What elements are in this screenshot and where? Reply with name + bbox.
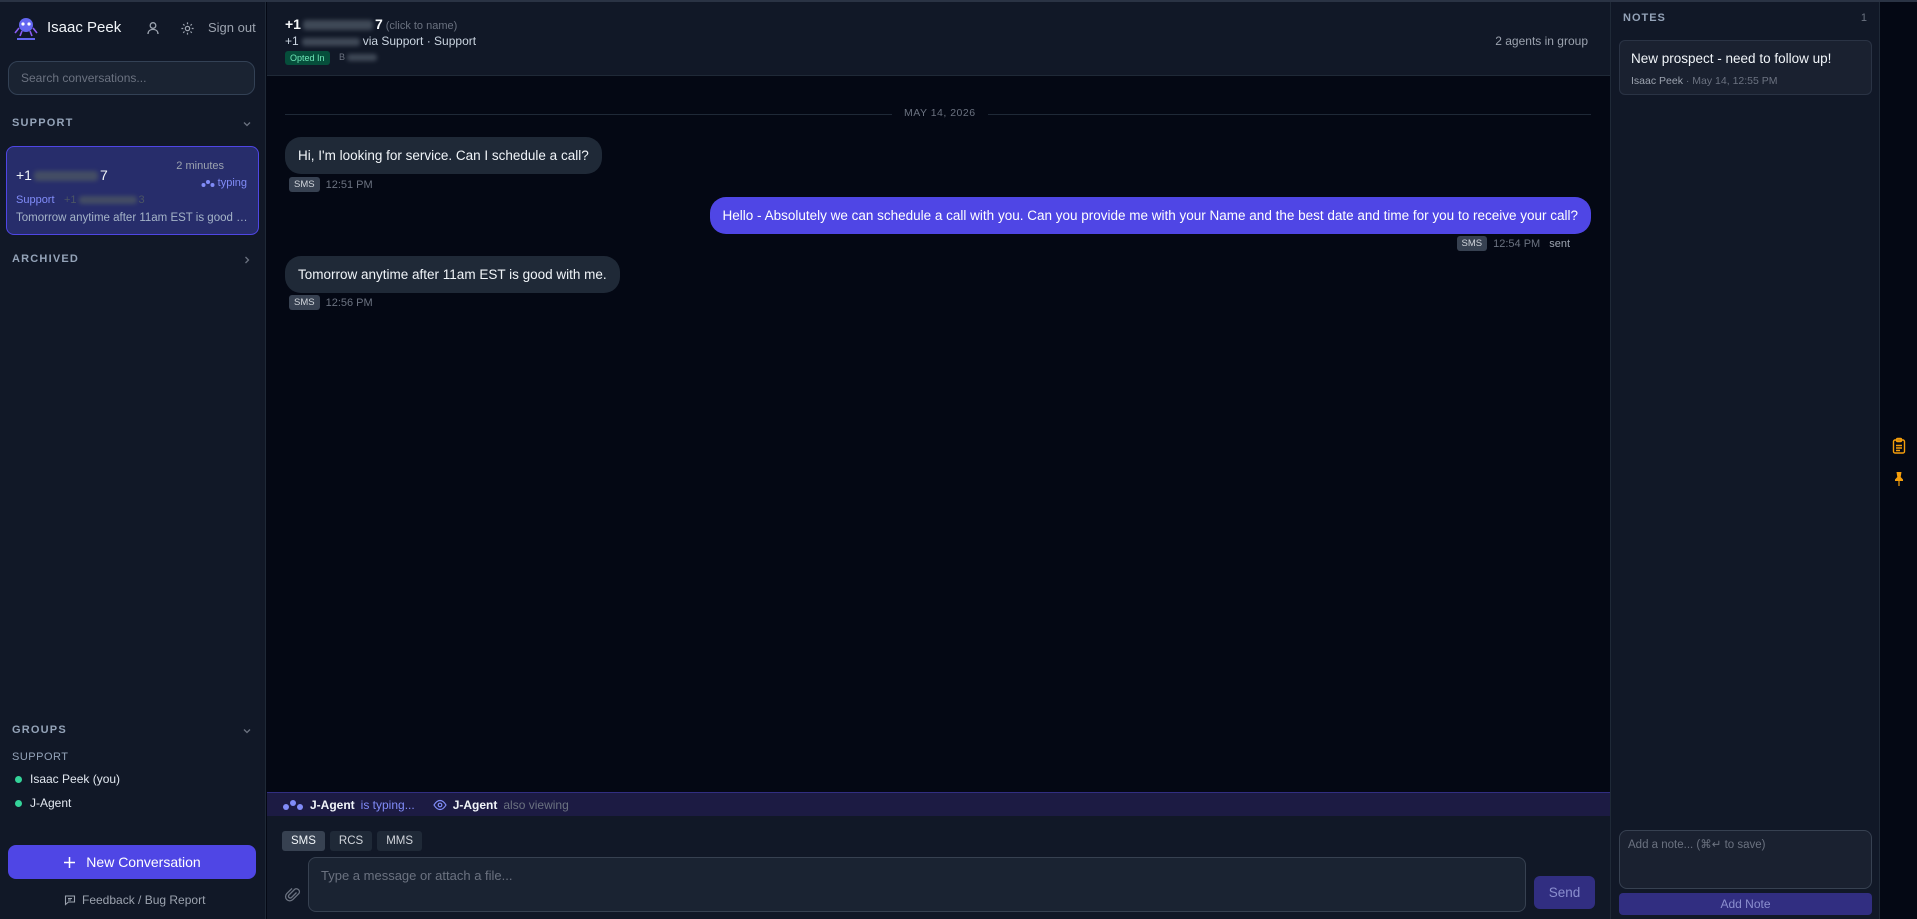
notes-panel: NOTES 1 New prospect - need to follow up… bbox=[1610, 2, 1879, 919]
conversation-preview: Tomorrow anytime after 11am EST is good … bbox=[16, 212, 251, 224]
group-member: Isaac Peek (you) bbox=[15, 772, 120, 786]
typing-status: is typing... bbox=[360, 797, 415, 812]
chat-header: +1 7 (click to name) +1 via Support · Suppo… bbox=[267, 2, 1610, 76]
note-text: New prospect - need to follow up! bbox=[1631, 51, 1832, 66]
message-meta: SMS 12:54 PM sent bbox=[1456, 236, 1570, 251]
send-button[interactable]: Send bbox=[1534, 876, 1595, 909]
message-bubble-outgoing: Hello - Absolutely we can schedule a cal… bbox=[709, 197, 1591, 234]
click-to-name-hint[interactable]: (click to name) bbox=[386, 20, 458, 32]
contact-phone[interactable]: +1 7 (click to name) bbox=[285, 16, 457, 32]
app-logo-icon bbox=[14, 18, 38, 40]
presence-bar: J-Agent is typing... J-Agent also viewin… bbox=[267, 792, 1610, 816]
message-square-icon bbox=[64, 895, 76, 906]
conversation-time: 2 minutes bbox=[176, 160, 224, 172]
mode-tab-mms[interactable]: MMS bbox=[377, 831, 423, 851]
viewing-status: also viewing bbox=[503, 797, 569, 812]
viewing-agent-name: J-Agent bbox=[452, 797, 498, 812]
contact-via: +1 via Support · Support bbox=[285, 34, 477, 48]
message-time: 12:54 PM bbox=[1493, 237, 1541, 250]
redacted-number bbox=[33, 171, 98, 182]
feedback-link[interactable]: Feedback / Bug Report bbox=[64, 893, 205, 907]
new-conversation-label: New Conversation bbox=[86, 854, 201, 870]
redacted-number bbox=[302, 20, 373, 31]
sign-out-link[interactable]: Sign out bbox=[208, 20, 256, 35]
note-meta: Isaac Peek · May 14, 12:55 PM bbox=[1631, 75, 1778, 87]
opted-in-badge: Opted In bbox=[285, 51, 330, 65]
channel-mode-tabs: SMS RCS MMS bbox=[282, 831, 423, 851]
channel-tag: SMS bbox=[289, 177, 320, 192]
message-bubble-incoming: Hi, I'm looking for service. Can I sched… bbox=[285, 137, 602, 174]
message-time: 12:51 PM bbox=[325, 178, 373, 191]
new-conversation-button[interactable]: New Conversation bbox=[8, 845, 256, 879]
notes-title: NOTES bbox=[1623, 12, 1666, 24]
message-status: sent bbox=[1549, 237, 1570, 250]
note-author: Isaac Peek bbox=[1631, 75, 1683, 87]
composer: SMS RCS MMS Send bbox=[267, 816, 1610, 919]
right-rail bbox=[1879, 2, 1917, 919]
opted-detail: B bbox=[339, 52, 378, 62]
eye-icon bbox=[433, 799, 447, 810]
note-date: May 14, 12:55 PM bbox=[1692, 75, 1778, 87]
notes-count: 1 bbox=[1860, 12, 1867, 24]
chevron-right-icon[interactable] bbox=[241, 254, 253, 266]
mode-tab-rcs[interactable]: RCS bbox=[329, 831, 373, 851]
channel-tag: SMS bbox=[1456, 236, 1488, 251]
message-input[interactable] bbox=[308, 857, 1526, 912]
conversation-phone: +1 7 bbox=[16, 167, 108, 183]
typing-dots-icon bbox=[201, 180, 215, 187]
group-name: SUPPORT bbox=[12, 751, 69, 763]
conversation-item[interactable]: +1 7 2 minutes typing Support +1 3 Tomorro… bbox=[6, 146, 259, 235]
groups-section-title[interactable]: GROUPS bbox=[12, 724, 67, 736]
conversation-group: Support bbox=[16, 194, 55, 206]
paperclip-attach-icon[interactable] bbox=[284, 886, 302, 904]
archived-section-title[interactable]: ARCHIVED bbox=[12, 253, 79, 265]
feedback-label: Feedback / Bug Report bbox=[82, 893, 206, 907]
redacted-text bbox=[347, 54, 378, 62]
plus-icon bbox=[64, 856, 76, 868]
mode-tab-sms[interactable]: SMS bbox=[282, 831, 325, 851]
message-meta: SMS 12:51 PM bbox=[289, 177, 373, 192]
sidebar: Isaac Peek Sign out SUPPORT +17 2 minute… bbox=[0, 2, 266, 919]
add-note-input[interactable] bbox=[1619, 830, 1872, 889]
message-time: 12:56 PM bbox=[325, 296, 373, 309]
chevron-down-icon[interactable] bbox=[241, 118, 253, 130]
chevron-down-icon[interactable] bbox=[241, 725, 253, 737]
conversation-group-number: +1 3 bbox=[64, 194, 145, 206]
group-member: J-Agent bbox=[15, 796, 71, 810]
typing-indicator: typing bbox=[201, 177, 247, 189]
typing-agent-name: J-Agent bbox=[310, 797, 355, 812]
add-note-button[interactable]: Add Note bbox=[1619, 893, 1872, 915]
sidebar-header: Isaac Peek Sign out bbox=[0, 2, 266, 52]
user-name: Isaac Peek bbox=[47, 19, 122, 36]
pin-icon[interactable] bbox=[1890, 470, 1908, 488]
profile-icon[interactable] bbox=[143, 18, 163, 38]
settings-gear-icon[interactable] bbox=[177, 18, 197, 38]
online-status-icon bbox=[15, 775, 22, 783]
online-status-icon bbox=[15, 799, 22, 807]
redacted-number bbox=[78, 196, 137, 205]
clipboard-notes-icon[interactable] bbox=[1890, 437, 1908, 455]
typing-dots-icon bbox=[283, 799, 303, 810]
message-thread: MAY 14, 2026 Hi, I'm looking for service… bbox=[267, 76, 1610, 792]
agents-in-group: 2 agents in group bbox=[1495, 34, 1588, 48]
member-name: J-Agent bbox=[30, 796, 72, 810]
date-separator-label: MAY 14, 2026 bbox=[892, 107, 988, 119]
member-name: Isaac Peek (you) bbox=[30, 772, 121, 786]
redacted-number bbox=[301, 37, 360, 46]
support-section-title[interactable]: SUPPORT bbox=[12, 117, 74, 129]
message-bubble-incoming: Tomorrow anytime after 11am EST is good … bbox=[285, 256, 620, 293]
typing-label: typing bbox=[217, 177, 247, 189]
search-conversations-input[interactable] bbox=[8, 61, 255, 95]
note-item[interactable]: New prospect - need to follow up! Isaac … bbox=[1619, 40, 1872, 95]
channel-tag: SMS bbox=[289, 295, 320, 310]
message-meta: SMS 12:56 PM bbox=[289, 295, 373, 310]
